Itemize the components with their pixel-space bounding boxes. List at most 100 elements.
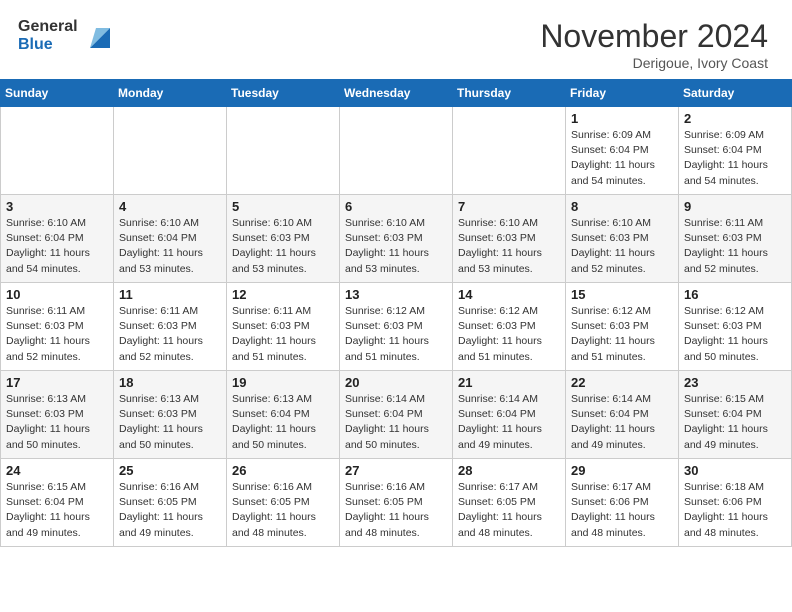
calendar-empty-cell [227, 107, 340, 195]
day-number: 19 [232, 375, 334, 390]
day-info: Sunrise: 6:11 AM Sunset: 6:03 PM Dayligh… [684, 216, 786, 277]
calendar-day-10: 10Sunrise: 6:11 AM Sunset: 6:03 PM Dayli… [1, 283, 114, 371]
day-number: 1 [571, 111, 673, 126]
day-info: Sunrise: 6:10 AM Sunset: 6:03 PM Dayligh… [571, 216, 673, 277]
calendar-header-row: SundayMondayTuesdayWednesdayThursdayFrid… [1, 80, 792, 107]
day-info: Sunrise: 6:17 AM Sunset: 6:05 PM Dayligh… [458, 480, 560, 541]
day-number: 20 [345, 375, 447, 390]
day-number: 7 [458, 199, 560, 214]
logo-general-text: General [18, 18, 78, 36]
calendar-empty-cell [114, 107, 227, 195]
calendar-day-1: 1 Sunrise: 6:09 AM Sunset: 6:04 PM Daylig… [566, 107, 679, 195]
logo-blue-text: Blue [18, 36, 78, 54]
day-number: 21 [458, 375, 560, 390]
day-number: 2 [684, 111, 786, 126]
calendar-day-4: 4 Sunrise: 6:10 AM Sunset: 6:04 PM Daylig… [114, 195, 227, 283]
day-number: 22 [571, 375, 673, 390]
day-number: 23 [684, 375, 786, 390]
calendar-week-row: 24 Sunrise: 6:15 AM Sunset: 6:04 PM Dayli… [1, 459, 792, 547]
calendar-day-14: 14 Sunrise: 6:12 AM Sunset: 6:03 PM Dayli… [453, 283, 566, 371]
day-info: Sunrise: 6:09 AM Sunset: 6:04 PM Dayligh… [684, 128, 786, 189]
day-number: 25 [119, 463, 221, 478]
calendar-table: SundayMondayTuesdayWednesdayThursdayFrid… [0, 79, 792, 547]
day-info: Sunrise: 6:12 AM Sunset: 6:03 PM Dayligh… [345, 304, 447, 365]
calendar-empty-cell [1, 107, 114, 195]
day-number: 24 [6, 463, 108, 478]
page-header: General Blue November 2024 Derigoue, Ivo… [0, 0, 792, 79]
day-info: Sunrise: 6:15 AM Sunset: 6:04 PM Dayligh… [684, 392, 786, 453]
day-info: Sunrise: 6:12 AM Sunset: 6:03 PM Dayligh… [571, 304, 673, 365]
day-info: Sunrise: 6:15 AM Sunset: 6:04 PM Dayligh… [6, 480, 108, 541]
day-info: Sunrise: 6:11 AM Sunset: 6:03 PM Dayligh… [119, 304, 221, 365]
logo-icon [82, 20, 114, 52]
day-header-sunday: Sunday [1, 80, 114, 107]
calendar-day-24: 24 Sunrise: 6:15 AM Sunset: 6:04 PM Dayli… [1, 459, 114, 547]
day-number: 14 [458, 287, 560, 302]
calendar-day-7: 7 Sunrise: 6:10 AM Sunset: 6:03 PM Daylig… [453, 195, 566, 283]
day-number: 15 [571, 287, 673, 302]
calendar-empty-cell [453, 107, 566, 195]
day-number: 29 [571, 463, 673, 478]
day-number: 3 [6, 199, 108, 214]
day-number: 16 [684, 287, 786, 302]
calendar-empty-cell [340, 107, 453, 195]
calendar-day-11: 11 Sunrise: 6:11 AM Sunset: 6:03 PM Dayli… [114, 283, 227, 371]
calendar-day-21: 21 Sunrise: 6:14 AM Sunset: 6:04 PM Dayli… [453, 371, 566, 459]
calendar-week-row: 3 Sunrise: 6:10 AM Sunset: 6:04 PM Daylig… [1, 195, 792, 283]
location: Derigoue, Ivory Coast [540, 55, 768, 71]
day-header-wednesday: Wednesday [340, 80, 453, 107]
day-info: Sunrise: 6:10 AM Sunset: 6:03 PM Dayligh… [458, 216, 560, 277]
calendar-day-20: 20Sunrise: 6:14 AM Sunset: 6:04 PM Dayli… [340, 371, 453, 459]
day-number: 8 [571, 199, 673, 214]
calendar-week-row: 1 Sunrise: 6:09 AM Sunset: 6:04 PM Daylig… [1, 107, 792, 195]
calendar-day-8: 8 Sunrise: 6:10 AM Sunset: 6:03 PM Daylig… [566, 195, 679, 283]
day-number: 9 [684, 199, 786, 214]
calendar-day-28: 28Sunrise: 6:17 AM Sunset: 6:05 PM Dayli… [453, 459, 566, 547]
calendar-day-16: 16Sunrise: 6:12 AM Sunset: 6:03 PM Dayli… [679, 283, 792, 371]
day-header-thursday: Thursday [453, 80, 566, 107]
calendar-day-18: 18Sunrise: 6:13 AM Sunset: 6:03 PM Dayli… [114, 371, 227, 459]
day-header-friday: Friday [566, 80, 679, 107]
calendar-day-15: 15 Sunrise: 6:12 AM Sunset: 6:03 PM Dayli… [566, 283, 679, 371]
day-info: Sunrise: 6:11 AM Sunset: 6:03 PM Dayligh… [232, 304, 334, 365]
day-number: 13 [345, 287, 447, 302]
day-number: 18 [119, 375, 221, 390]
day-info: Sunrise: 6:10 AM Sunset: 6:04 PM Dayligh… [119, 216, 221, 277]
calendar-day-5: 5 Sunrise: 6:10 AM Sunset: 6:03 PM Daylig… [227, 195, 340, 283]
day-info: Sunrise: 6:14 AM Sunset: 6:04 PM Dayligh… [458, 392, 560, 453]
day-number: 27 [345, 463, 447, 478]
day-info: Sunrise: 6:13 AM Sunset: 6:03 PM Dayligh… [6, 392, 108, 453]
day-number: 11 [119, 287, 221, 302]
calendar-day-23: 23 Sunrise: 6:15 AM Sunset: 6:04 PM Dayli… [679, 371, 792, 459]
day-number: 12 [232, 287, 334, 302]
day-number: 17 [6, 375, 108, 390]
calendar-day-17: 17 Sunrise: 6:13 AM Sunset: 6:03 PM Dayli… [1, 371, 114, 459]
calendar-day-3: 3Sunrise: 6:10 AM Sunset: 6:04 PM Daylig… [1, 195, 114, 283]
day-number: 4 [119, 199, 221, 214]
day-number: 30 [684, 463, 786, 478]
day-header-monday: Monday [114, 80, 227, 107]
day-info: Sunrise: 6:10 AM Sunset: 6:03 PM Dayligh… [232, 216, 334, 277]
day-number: 26 [232, 463, 334, 478]
day-number: 5 [232, 199, 334, 214]
day-info: Sunrise: 6:18 AM Sunset: 6:06 PM Dayligh… [684, 480, 786, 541]
day-header-saturday: Saturday [679, 80, 792, 107]
month-title: November 2024 [540, 18, 768, 55]
calendar-day-12: 12 Sunrise: 6:11 AM Sunset: 6:03 PM Dayli… [227, 283, 340, 371]
calendar-day-19: 19Sunrise: 6:13 AM Sunset: 6:04 PM Dayli… [227, 371, 340, 459]
day-info: Sunrise: 6:12 AM Sunset: 6:03 PM Dayligh… [458, 304, 560, 365]
calendar-day-27: 27 Sunrise: 6:16 AM Sunset: 6:05 PM Dayli… [340, 459, 453, 547]
calendar-day-6: 6 Sunrise: 6:10 AM Sunset: 6:03 PM Daylig… [340, 195, 453, 283]
calendar-week-row: 10Sunrise: 6:11 AM Sunset: 6:03 PM Dayli… [1, 283, 792, 371]
calendar-day-30: 30 Sunrise: 6:18 AM Sunset: 6:06 PM Dayli… [679, 459, 792, 547]
day-info: Sunrise: 6:16 AM Sunset: 6:05 PM Dayligh… [232, 480, 334, 541]
day-number: 6 [345, 199, 447, 214]
day-info: Sunrise: 6:09 AM Sunset: 6:04 PM Dayligh… [571, 128, 673, 189]
day-info: Sunrise: 6:10 AM Sunset: 6:03 PM Dayligh… [345, 216, 447, 277]
day-header-tuesday: Tuesday [227, 80, 340, 107]
calendar-day-26: 26 Sunrise: 6:16 AM Sunset: 6:05 PM Dayli… [227, 459, 340, 547]
day-info: Sunrise: 6:16 AM Sunset: 6:05 PM Dayligh… [345, 480, 447, 541]
calendar-day-9: 9 Sunrise: 6:11 AM Sunset: 6:03 PM Daylig… [679, 195, 792, 283]
logo: General Blue [18, 18, 114, 53]
day-info: Sunrise: 6:16 AM Sunset: 6:05 PM Dayligh… [119, 480, 221, 541]
